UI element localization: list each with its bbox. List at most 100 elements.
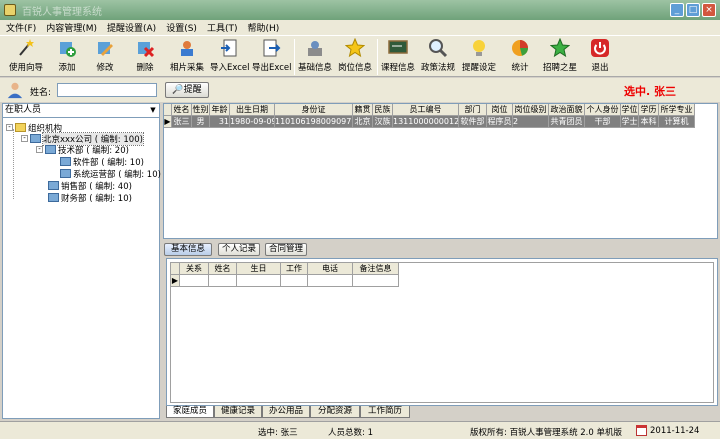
course-info-button[interactable]: 课程信息 — [380, 38, 416, 76]
collapse-icon[interactable]: - — [36, 146, 43, 153]
col-header[interactable]: 姓名 — [172, 104, 192, 116]
staff-status-value: 在职人员 — [5, 105, 42, 115]
col-header[interactable]: 姓名 — [209, 263, 237, 275]
tab-office-supplies[interactable]: 办公用品 — [262, 406, 310, 418]
menu-file[interactable]: 文件(F) — [6, 21, 36, 34]
table-cell[interactable]: 131100000001200 — [393, 116, 459, 128]
position-info-button[interactable]: 岗位信息 — [337, 38, 373, 76]
toolbar: 使用向导 添加 修改 删除 相片采集 导入Excel 导出Excel 基础信息 … — [0, 35, 720, 77]
col-header[interactable]: 所学专业 — [659, 104, 695, 116]
col-header[interactable]: 身份证 — [275, 104, 353, 116]
tree-node-finance[interactable]: 财务部 ( 编制: 10) — [48, 192, 132, 204]
table-cell[interactable]: 110106198009097654 — [275, 116, 353, 128]
delete-button[interactable]: 删除 — [130, 38, 160, 76]
menu-tools[interactable]: 工具(T) — [207, 21, 238, 34]
col-header[interactable]: 岗位 — [487, 104, 513, 116]
col-header[interactable]: 工作 — [281, 263, 308, 275]
table-cell[interactable] — [180, 275, 209, 287]
tree-node-software[interactable]: 软件部 ( 编制: 10) — [60, 156, 144, 168]
policy-button[interactable]: 政策法规 — [420, 38, 456, 76]
photo-capture-button[interactable]: 相片采集 — [168, 38, 206, 76]
tab-work-history[interactable]: 工作简历 — [360, 406, 410, 418]
record-tabs: 家庭成员 健康记录 办公用品 分配资源 工作简历 — [166, 406, 718, 419]
tab-family-members[interactable]: 家庭成员 — [166, 406, 214, 418]
table-cell[interactable] — [237, 275, 281, 287]
tab-personal-records[interactable]: 个人记录 — [218, 243, 260, 256]
table-cell[interactable]: 干部 — [585, 116, 621, 128]
col-header[interactable]: 政治面貌 — [549, 104, 585, 116]
table-row[interactable]: ▶ — [171, 275, 399, 287]
table-cell[interactable] — [281, 275, 308, 287]
menu-reminder[interactable]: 提醒设置(A) — [107, 21, 156, 34]
table-cell[interactable]: 北京 — [353, 116, 373, 128]
maximize-button[interactable]: □ — [686, 3, 700, 17]
status-selected: 选中: 张三 — [258, 428, 298, 438]
tree-node-ops[interactable]: 系统运营部 ( 编制: 10) — [60, 168, 161, 180]
table-cell[interactable]: 共青团员 — [549, 116, 585, 128]
status-total: 人员总数: 1 — [328, 428, 373, 438]
chevron-down-icon[interactable]: ▼ — [147, 104, 159, 117]
row-indicator-header — [164, 104, 172, 116]
row-pointer-icon: ▶ — [164, 116, 172, 128]
menu-content[interactable]: 内容管理(M) — [46, 21, 97, 34]
tree-node-tech[interactable]: - 技术部 ( 编制: 20) — [36, 144, 129, 156]
table-cell[interactable]: 软件部 — [459, 116, 487, 128]
collapse-icon[interactable]: - — [21, 135, 28, 142]
col-header[interactable]: 年龄 — [210, 104, 230, 116]
menu-settings[interactable]: 设置(S) — [166, 21, 197, 34]
statistics-button[interactable]: 统计 — [505, 38, 535, 76]
tab-health-records[interactable]: 健康记录 — [214, 406, 262, 418]
table-cell[interactable]: 男 — [192, 116, 210, 128]
col-header[interactable]: 生日 — [237, 263, 281, 275]
tab-contracts[interactable]: 合同管理 — [265, 243, 307, 256]
recruitment-star-button[interactable]: 招聘之星 — [542, 38, 578, 76]
col-header[interactable]: 性别 — [192, 104, 210, 116]
exit-button[interactable]: 退出 — [586, 38, 614, 76]
table-cell[interactable]: 1980-09-09 — [230, 116, 275, 128]
col-header[interactable]: 出生日期 — [230, 104, 275, 116]
table-row[interactable]: ▶ 张三 男 31 1980-09-09 110106198009097654 … — [164, 116, 695, 128]
menu-help[interactable]: 帮助(H) — [247, 21, 279, 34]
reminder-settings-button[interactable]: 提醒设定 — [460, 38, 498, 76]
table-cell[interactable] — [353, 275, 399, 287]
table-cell[interactable] — [308, 275, 353, 287]
table-cell[interactable]: 本科 — [639, 116, 659, 128]
tree-node-org[interactable]: - 组织机构 — [6, 122, 62, 134]
wizard-button[interactable]: 使用向导 — [6, 38, 46, 76]
table-cell[interactable]: 张三 — [172, 116, 192, 128]
col-header[interactable]: 民族 — [373, 104, 393, 116]
staff-status-select[interactable]: 在职人员 ▼ — [3, 104, 159, 118]
col-header[interactable]: 学位 — [621, 104, 639, 116]
close-button[interactable]: × — [702, 3, 716, 17]
table-cell[interactable]: 2 — [513, 116, 549, 128]
table-cell[interactable]: 31 — [210, 116, 230, 128]
import-excel-button[interactable]: 导入Excel — [210, 38, 250, 76]
col-header[interactable]: 籍贯 — [353, 104, 373, 116]
col-header[interactable]: 学历 — [639, 104, 659, 116]
tab-basic-info[interactable]: 基本信息 — [164, 243, 212, 256]
add-button[interactable]: 添加 — [52, 38, 82, 76]
table-cell[interactable]: 汉族 — [373, 116, 393, 128]
col-header[interactable]: 岗位级别 — [513, 104, 549, 116]
tree-node-company[interactable]: - 北京xxx公司 ( 编制: 100) — [21, 131, 144, 146]
col-header[interactable]: 部门 — [459, 104, 487, 116]
collapse-icon[interactable]: - — [6, 124, 13, 131]
tree-node-sales[interactable]: 销售部 ( 编制: 40) — [48, 180, 132, 192]
minimize-button[interactable]: _ — [670, 3, 684, 17]
name-search-input[interactable] — [57, 83, 157, 97]
table-cell[interactable]: 程序员 — [487, 116, 513, 128]
table-cell[interactable]: 计算机 — [659, 116, 695, 128]
col-header[interactable]: 电话 — [308, 263, 353, 275]
col-header[interactable]: 备注信息 — [353, 263, 399, 275]
col-header[interactable]: 关系 — [180, 263, 209, 275]
export-excel-button[interactable]: 导出Excel — [252, 38, 292, 76]
table-cell[interactable] — [209, 275, 237, 287]
edit-button[interactable]: 修改 — [90, 38, 120, 76]
col-header[interactable]: 个人身份 — [585, 104, 621, 116]
basic-info-button[interactable]: 基础信息 — [297, 38, 333, 76]
employee-grid-header: 姓名 性别 年龄 出生日期 身份证 籍贯 民族 员工编号 部门 岗位 岗位级别 … — [164, 104, 695, 116]
table-cell[interactable]: 学士 — [621, 116, 639, 128]
col-header[interactable]: 员工编号 — [393, 104, 459, 116]
remind-button[interactable]: 🔎提醒 — [165, 82, 209, 98]
tab-resources[interactable]: 分配资源 — [310, 406, 360, 418]
